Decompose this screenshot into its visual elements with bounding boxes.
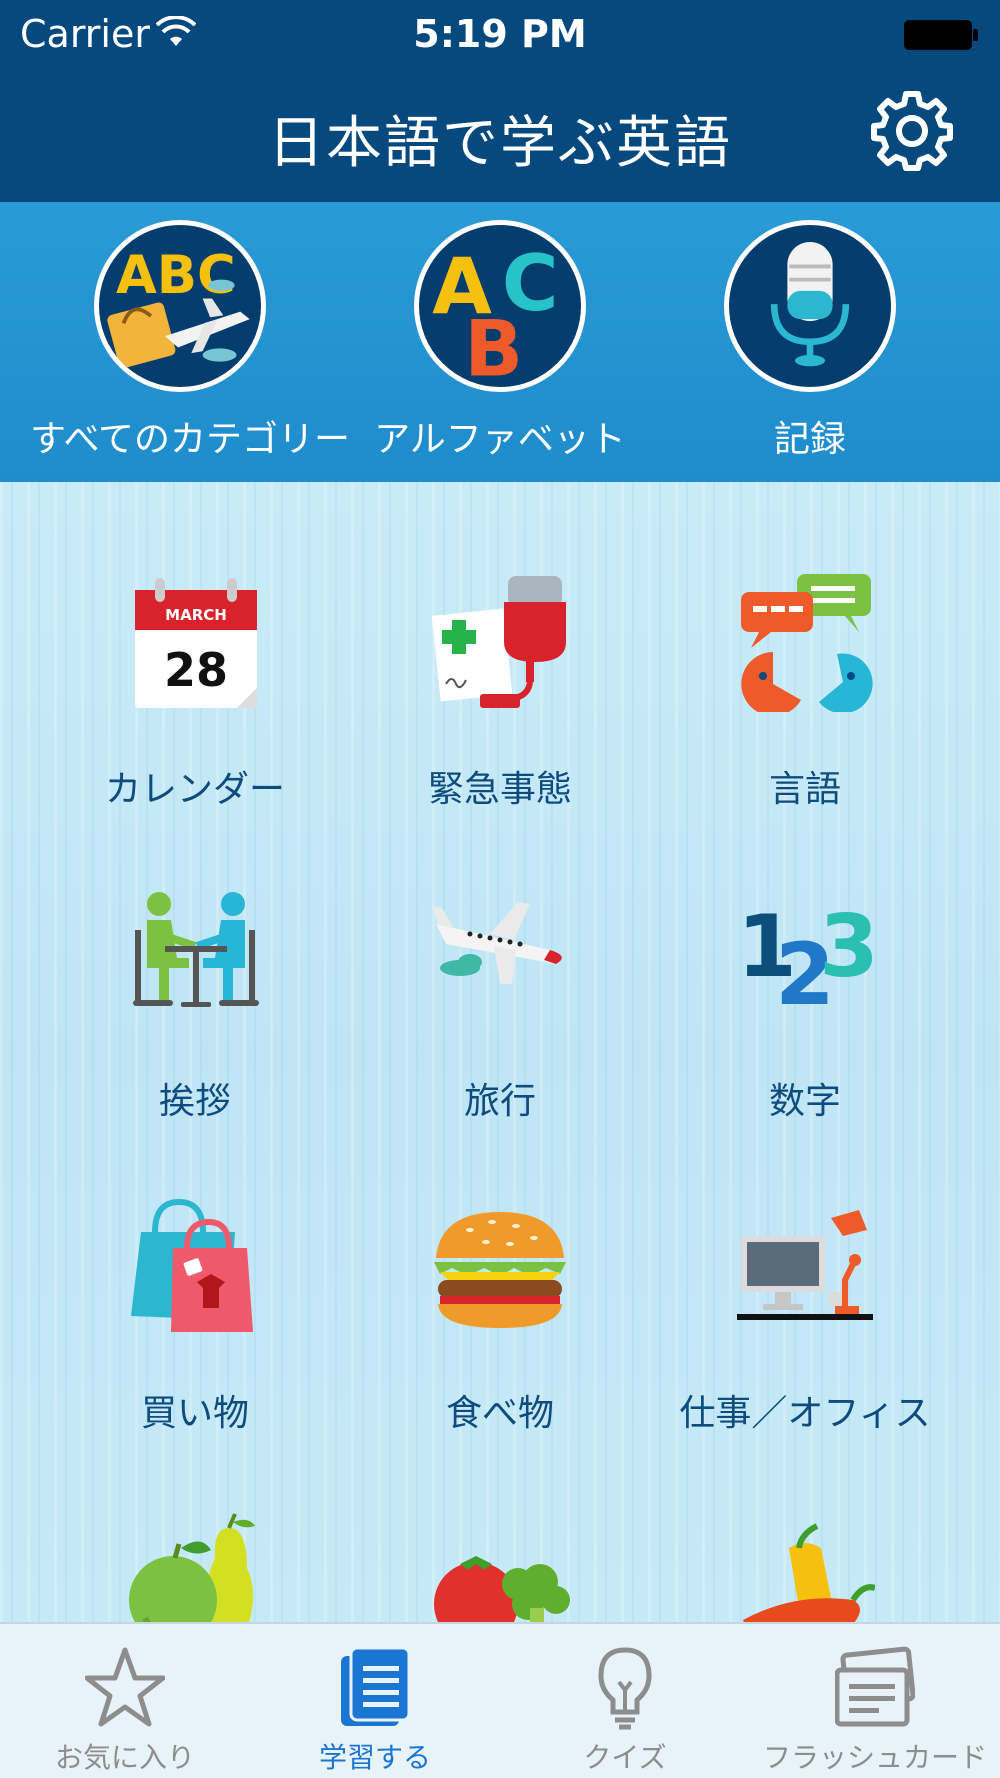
all-categories-icon: ABC [94,220,266,392]
battery-icon [904,20,978,50]
category-calendar[interactable]: MARCH 28 カレンダー [45,482,345,810]
svg-text:ABC: ABC [116,245,236,306]
page-title: 日本語で学ぶ英語 [268,111,732,176]
category-fruits[interactable] [45,1418,345,1622]
emergency-icon [431,576,566,708]
category-greeting[interactable]: 挨拶 [45,794,345,1122]
tab-study[interactable]: 学習する [250,1624,500,1778]
feature-label: 記録 [773,419,846,460]
tab-favorites[interactable]: お気に入り [0,1624,250,1778]
gear-icon[interactable] [870,88,954,172]
category-shopping[interactable]: 買い物 [45,1106,345,1434]
svg-text:28: 28 [164,643,228,697]
svg-text:B: B [464,305,523,387]
shopping-bags-icon [131,1198,253,1332]
tab-bar: お気に入り 学習する クイズ フラッシュカード [0,1622,1000,1778]
feature-record[interactable]: 記録 [660,220,960,462]
peppers-icon [743,1523,875,1622]
greeting-icon [133,892,259,1007]
category-travel[interactable]: 旅行 [350,794,650,1122]
star-icon [85,1647,165,1727]
flashcards-icon [835,1646,915,1727]
alphabet-icon: A C B [414,220,586,392]
tab-label: クイズ [583,1741,667,1774]
feature-label: すべてのカテゴリー [30,419,351,460]
category-numbers[interactable]: 1 2 3 数字 [655,794,955,1122]
speech-bubbles-icon [741,574,873,712]
feature-all-categories[interactable]: ABC すべてのカテゴリー [30,220,351,462]
category-peppers[interactable] [655,1418,955,1622]
vegetables-icon [434,1556,570,1622]
office-desk-icon [737,1210,873,1320]
fruits-icon [129,1513,255,1622]
microphone-icon [724,220,896,392]
feature-alphabet[interactable]: A C B アルファベット [350,220,650,462]
document-icon [341,1646,411,1726]
tab-quiz[interactable]: クイズ [500,1624,750,1778]
calendar-icon: MARCH 28 [135,578,257,708]
tab-label: 学習する [318,1741,431,1774]
feature-band: ABC すべてのカテゴリー A C B アルファベット 記録 [0,202,1000,482]
airplane-icon [432,902,562,984]
tab-label: お気に入り [54,1741,195,1774]
lightbulb-icon [598,1647,652,1730]
feature-label: アルファベット [374,419,626,460]
category-language[interactable]: 言語 [655,482,955,810]
tab-label: フラッシュカード [762,1741,987,1774]
category-emergency[interactable]: 緊急事態 [350,482,650,810]
category-grid: MARCH 28 カレンダー 緊急事態 言語 挨拶 旅行 1 2 3 数字 買い… [0,482,1000,1622]
category-office[interactable]: 仕事／オフィス [655,1106,955,1434]
burger-icon [434,1212,566,1328]
category-vegetables[interactable] [350,1418,650,1622]
svg-text:MARCH: MARCH [165,606,227,624]
svg-text:3: 3 [819,897,875,997]
status-bar: Carrier 5:19 PM [0,0,1000,70]
numbers-icon: 1 2 3 [737,897,875,1024]
tab-flashcards[interactable]: フラッシュカード [750,1624,1000,1778]
top-bar: Carrier 5:19 PM 日本語で学ぶ英語 [0,0,1000,202]
category-food[interactable]: 食べ物 [350,1106,650,1434]
status-time: 5:19 PM [413,12,587,56]
